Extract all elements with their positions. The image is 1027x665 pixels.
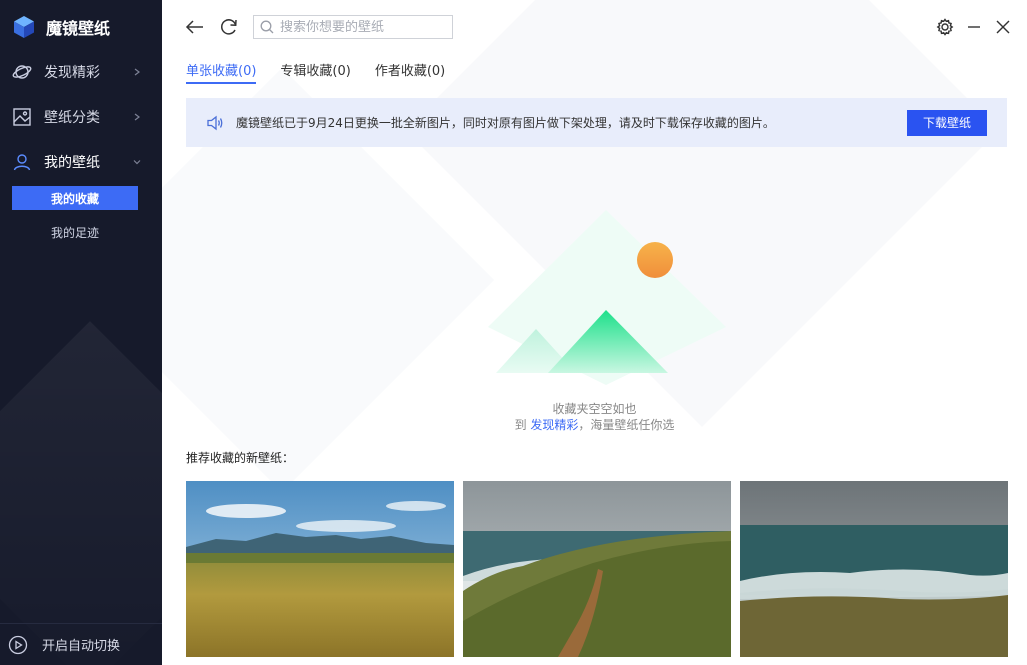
tab-album-favorites[interactable]: 专辑收藏(0) [280,60,350,84]
user-icon [13,154,31,171]
arrow-left-icon [185,20,203,34]
discover-link[interactable]: 发现精彩 [530,418,578,432]
empty-favorites-illustration [488,210,726,385]
chevron-down-icon [133,160,141,165]
empty-hint-prefix: 到 [514,418,531,432]
sidebar-item-my-wallpapers[interactable]: 我的壁纸 [0,144,162,180]
auto-switch-label: 开启自动切换 [42,639,121,654]
refresh-button[interactable] [218,16,240,38]
notice-text: 魔镜壁纸已于9月24日更换一批全新图片，同时对原有图片做下架处理，请及时下载保存… [236,116,775,130]
minimize-icon [968,26,980,28]
speaker-icon [207,115,223,130]
sidebar-item-categories[interactable]: 壁纸分类 [0,99,162,135]
favorite-tabs: 单张收藏(0) 专辑收藏(0) 作者收藏(0) [186,60,469,84]
sidebar: 魔镜壁纸 发现精彩 壁纸分类 我的壁纸 我的收藏 我的足迹 开启自动切换 [0,0,162,665]
sidebar-item-label: 壁纸分类 [44,110,100,126]
sidebar-item-label: 我的壁纸 [44,155,100,171]
search-box[interactable] [253,15,453,39]
planet-icon [12,65,32,79]
search-icon [260,20,274,34]
wallpaper-thumbnail[interactable] [463,481,731,657]
play-circle-icon [8,635,28,654]
minimize-button[interactable] [963,16,985,38]
app-name: 魔镜壁纸 [46,19,111,38]
sidebar-subitem-history[interactable]: 我的足迹 [12,220,138,244]
settings-button[interactable] [934,16,956,38]
back-button[interactable] [184,16,206,38]
gear-icon [936,18,954,36]
notice-banner: 魔镜壁纸已于9月24日更换一批全新图片，同时对原有图片做下架处理，请及时下载保存… [186,98,1007,147]
top-bar [162,0,1027,54]
recommend-title: 推荐收藏的新壁纸： [186,451,295,465]
sidebar-item-discover[interactable]: 发现精彩 [0,54,162,90]
empty-message: 收藏夹空空如也 到 发现精彩，海量壁纸任你选 [162,401,1027,433]
close-button[interactable] [992,16,1014,38]
chevron-right-icon [134,68,140,76]
wallpaper-thumbnail[interactable] [740,481,1008,657]
cube-logo-icon [14,16,34,38]
image-category-icon [13,108,31,126]
sidebar-item-label: 发现精彩 [44,65,100,81]
empty-hint-suffix: ，海量壁纸任你选 [578,418,675,432]
empty-line: 收藏夹空空如也 [552,402,637,416]
chevron-right-icon [134,113,140,121]
search-input[interactable] [280,19,450,35]
auto-switch-button[interactable]: 开启自动切换 [0,623,162,665]
tab-author-favorites[interactable]: 作者收藏(0) [375,60,445,84]
close-icon [996,20,1010,34]
sidebar-subitem-favorites[interactable]: 我的收藏 [12,186,138,210]
download-wallpaper-button[interactable]: 下载壁纸 [907,109,987,136]
wallpaper-thumbnail[interactable] [186,481,454,657]
brand: 魔镜壁纸 [12,14,110,40]
main-content: 单张收藏(0) 专辑收藏(0) 作者收藏(0) 魔镜壁纸已于9月24日更换一批全… [162,0,1027,665]
sidebar-decoration [0,321,162,665]
empty-hint: 到 发现精彩，海量壁纸任你选 [162,417,1027,433]
refresh-icon [221,19,237,35]
tab-single-favorites[interactable]: 单张收藏(0) [186,60,257,84]
